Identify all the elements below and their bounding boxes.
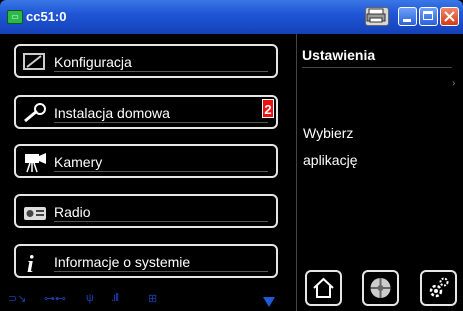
- menu-item-label: Kamery: [54, 154, 103, 170]
- panel-title-divider: [302, 67, 452, 68]
- home-icon: [313, 277, 334, 298]
- menu-item-radio[interactable]: Radio: [14, 194, 278, 228]
- camera-icon: [22, 151, 48, 173]
- menu-item-label: Informacje o systemie: [54, 254, 191, 270]
- notification-badge: 2: [262, 99, 274, 118]
- menu-divider: [54, 122, 268, 123]
- logo-button[interactable]: [362, 270, 399, 306]
- menu-item-label: Instalacja domowa: [54, 105, 170, 121]
- panel-title: Ustawienia: [302, 47, 376, 63]
- gear-icon: [429, 277, 449, 298]
- minimize-button[interactable]: [398, 7, 417, 26]
- menu-item-label: Konfiguracja: [54, 54, 132, 70]
- menu-divider: [54, 221, 268, 222]
- settings-panel-icon: [22, 51, 48, 73]
- menu-item-informacje-o-systemie[interactable]: i Informacje o systemie: [14, 244, 278, 278]
- scroll-down-icon[interactable]: [263, 297, 275, 307]
- settings-button[interactable]: [420, 270, 457, 306]
- network-icon: ⊞: [148, 293, 158, 305]
- info-icon: i: [22, 251, 48, 278]
- panel-message-line2: aplikację: [303, 152, 358, 168]
- brand-logo-icon: [370, 278, 391, 298]
- title-bar: ▭ cc51:0: [0, 0, 463, 34]
- menu-divider: [54, 271, 268, 272]
- wrench-icon: [22, 102, 48, 124]
- chevron-right-icon: ›: [452, 78, 456, 89]
- menu-divider: [54, 171, 268, 172]
- home-button[interactable]: [305, 270, 342, 306]
- app-icon: ▭: [7, 10, 23, 24]
- link-icon: ⊶⊷: [44, 293, 66, 305]
- panel-message-line1: Wybierz: [303, 125, 354, 141]
- menu-item-kamery[interactable]: Kamery: [14, 144, 278, 178]
- close-button[interactable]: [440, 7, 459, 26]
- antenna-icon: ψ: [86, 292, 94, 304]
- svg-text:i: i: [27, 252, 34, 275]
- menu-item-instalacja-domowa[interactable]: Instalacja domowa: [14, 95, 278, 129]
- maximize-button[interactable]: [419, 7, 438, 26]
- menu-item-label: Radio: [54, 204, 91, 220]
- plug-icon: ⊃↘: [8, 293, 27, 305]
- panel-divider: [296, 34, 297, 311]
- status-bar: ⊃↘ ⊶⊷ ψ .ıll ⊞: [8, 292, 288, 308]
- window-title: cc51:0: [26, 9, 67, 24]
- radio-icon: [22, 201, 48, 223]
- signal-strength-icon: .ıll: [111, 292, 119, 304]
- menu-item-konfiguracja[interactable]: Konfiguracja: [14, 44, 278, 78]
- print-icon[interactable]: [365, 7, 389, 26]
- menu-divider: [54, 71, 268, 72]
- app-window: ▭ cc51:0 Konfiguracja Instalacja domowa …: [0, 0, 463, 311]
